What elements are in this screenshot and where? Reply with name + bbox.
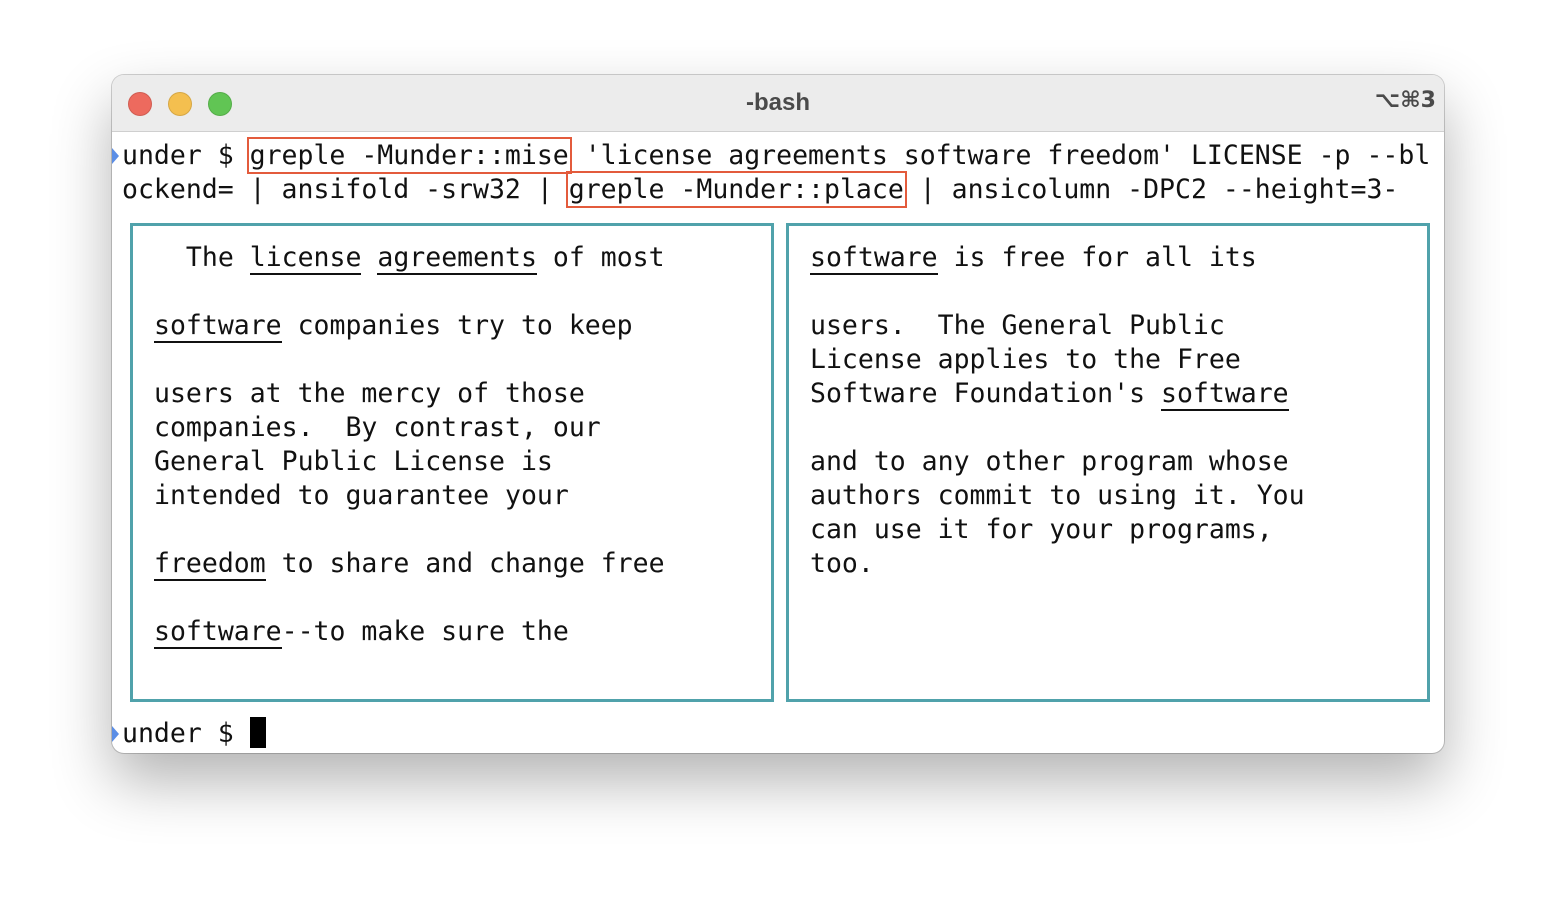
line-text: is free for all its <box>937 242 1257 273</box>
column-line: authors commit to using it. You <box>810 479 1305 513</box>
line-text: companies. By contrast, our <box>154 412 601 443</box>
line-text: users at the mercy of those <box>154 378 585 409</box>
column-line: and to any other program whose <box>810 445 1289 479</box>
line-text: authors commit to using it. You <box>810 480 1305 511</box>
command-line-1: under $ greple -Munder::mise 'license ag… <box>122 137 1431 174</box>
window-shortcut: ⌥⌘3 <box>1374 88 1436 113</box>
line-text: intended to guarantee your <box>154 480 569 511</box>
column-line: can use it for your programs, <box>810 513 1273 547</box>
matched-word: agreements <box>377 242 537 275</box>
matched-word: software <box>154 616 282 649</box>
column-line: freedom to share and change free <box>154 547 665 581</box>
highlight-place-command: greple -Munder::place <box>565 171 907 208</box>
column-line: Software Foundation's software <box>810 377 1289 411</box>
text-cursor <box>249 717 266 748</box>
matched-word: freedom <box>154 548 266 581</box>
line-text: to share and change free <box>265 548 665 579</box>
matched-word: software <box>154 310 282 343</box>
column-line: software companies try to keep <box>154 309 633 343</box>
line-text: Software Foundation's <box>810 378 1161 409</box>
line-text: --to make sure the <box>281 616 569 647</box>
title-bar[interactable]: -bash ⌥⌘3 <box>112 75 1444 132</box>
terminal-window: -bash ⌥⌘3 under $ greple -Munder::mise '… <box>112 75 1444 753</box>
line-text: License applies to the Free <box>810 344 1241 375</box>
window-title: -bash <box>745 89 810 116</box>
line-text: The <box>154 242 250 273</box>
matched-word: software <box>1161 378 1289 411</box>
column-line: too. <box>810 547 874 581</box>
prompt-marker-icon <box>112 726 119 742</box>
command-pipe-end: | ansicolumn -DPC2 --height=3- <box>903 174 1399 205</box>
column-line: The license agreements of most <box>154 241 665 275</box>
command-pipe-text: ockend= | ansifold -srw32 | <box>122 174 569 205</box>
prompt: under $ <box>122 140 250 171</box>
final-prompt-line[interactable]: under $ <box>122 717 266 751</box>
command-line-2: ockend= | ansifold -srw32 | greple -Mund… <box>122 171 1399 208</box>
column-line: License applies to the Free <box>810 343 1241 377</box>
line-text: can use it for your programs, <box>810 514 1273 545</box>
highlight-mise-command: greple -Munder::mise <box>246 137 572 174</box>
terminal-content[interactable]: under $ greple -Munder::mise 'license ag… <box>112 132 1444 753</box>
column-line: users. The General Public <box>810 309 1225 343</box>
line-text: General Public License is <box>154 446 553 477</box>
column-line: software is free for all its <box>810 241 1257 275</box>
line-text: and to any other program whose <box>810 446 1289 477</box>
matched-word: license <box>249 242 362 275</box>
column-line: companies. By contrast, our <box>154 411 601 445</box>
line-text: of most <box>536 242 665 273</box>
prompt-marker-icon <box>112 148 119 164</box>
line-text: users. The General Public <box>810 310 1225 341</box>
column-line: software--to make sure the <box>154 615 569 649</box>
command-args: 'license agreements software freedom' LI… <box>568 140 1431 171</box>
column-line: users at the mercy of those <box>154 377 585 411</box>
line-text: companies try to keep <box>281 310 633 341</box>
line-text <box>361 242 377 273</box>
line-text: too. <box>810 548 874 579</box>
column-line: intended to guarantee your <box>154 479 569 513</box>
column-line: General Public License is <box>154 445 553 479</box>
final-prompt: under $ <box>122 718 250 749</box>
matched-word: software <box>810 242 938 275</box>
